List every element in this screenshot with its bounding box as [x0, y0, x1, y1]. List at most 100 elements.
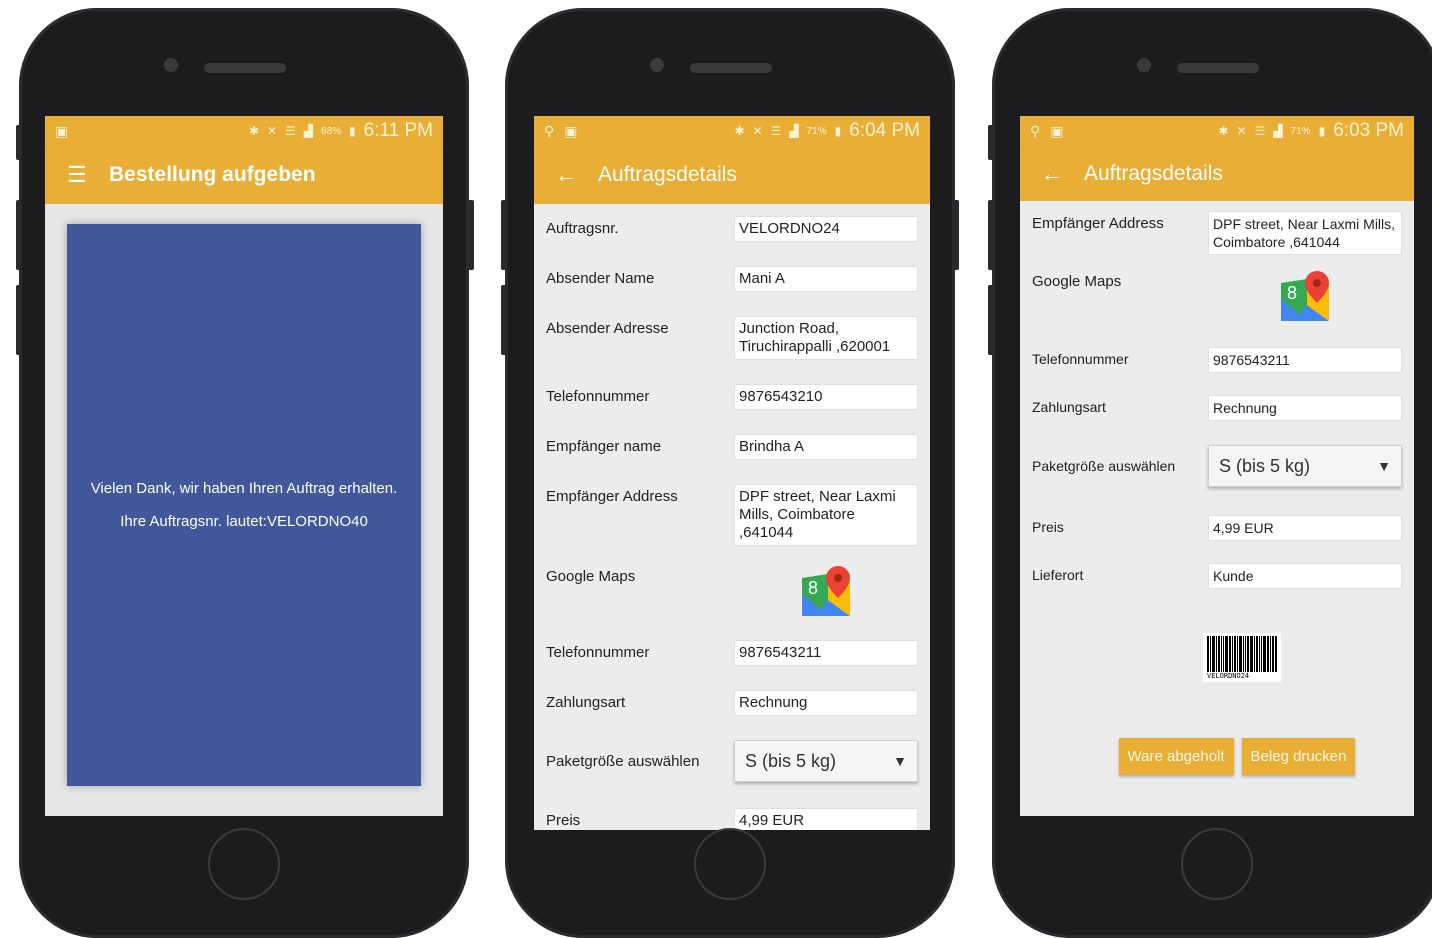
field-payment: Zahlungsart Rechnung: [534, 690, 930, 716]
status-bar: ⚲ ▣ ✱ ✕ ☰ ▟ 71% ▮ 6:04 PM: [534, 116, 930, 146]
field-label: Telefonnummer: [546, 388, 650, 405]
home-button[interactable]: [208, 828, 280, 900]
battery-percent: 71%: [1290, 125, 1311, 137]
field-recipient-phone: Telefonnummer 9876543211: [534, 640, 930, 666]
field-payment: Zahlungsart Rechnung: [1020, 395, 1414, 421]
field-label: Preis: [1032, 519, 1064, 535]
field-label: Absender Name: [546, 270, 655, 287]
home-button[interactable]: [1181, 828, 1253, 900]
package-size-dropdown[interactable]: S (bis 5 kg) ▼: [734, 740, 918, 782]
phone-1: ▣ ✱ ✕ ☰ ▟ 68% ▮ 6:11 PM ☰ Bestellung auf…: [19, 8, 469, 938]
sender-address-field[interactable]: Junction Road, Tiruchirappalli ,620001: [734, 316, 918, 360]
field-google-maps: Google Maps 8: [1020, 269, 1414, 325]
mute-icon: ✕: [266, 124, 278, 138]
side-button: [16, 125, 22, 160]
wifi-icon: ☰: [285, 124, 296, 138]
signal-icon: ▟: [1273, 124, 1283, 138]
location-icon: ⚲: [1030, 122, 1041, 139]
status-bar: ⚲ ▣ ✱ ✕ ☰ ▟ 71% ▮ 6:03 PM: [1020, 116, 1414, 146]
field-price: Preis 4,99 EUR: [534, 808, 930, 830]
details-list: Empfänger Address DPF street, Near Laxmi…: [1020, 201, 1414, 816]
google-maps-icon[interactable]: 8: [1277, 269, 1333, 325]
side-button: [16, 200, 22, 270]
field-label: Absender Adresse: [546, 320, 669, 337]
screen-order-details: ⚲ ▣ ✱ ✕ ☰ ▟ 71% ▮ 6:04 PM ← Auftragsdeta…: [534, 116, 930, 830]
payment-field[interactable]: Rechnung: [1208, 395, 1402, 421]
earpiece-speaker: [1177, 63, 1259, 73]
field-recipient-phone: Telefonnummer 9876543211: [1020, 347, 1414, 373]
recipient-phone-field[interactable]: 9876543211: [1208, 347, 1402, 373]
bluetooth-icon: ✱: [734, 124, 745, 138]
field-sender-address: Absender Adresse Junction Road, Tiruchir…: [534, 316, 930, 360]
barcode-text: VELORDNO24: [1207, 672, 1250, 680]
payment-field[interactable]: Rechnung: [734, 690, 918, 716]
mute-icon: ✕: [1236, 124, 1247, 138]
gallery-notification-icon: ▣: [564, 122, 578, 139]
dropdown-arrow-icon: ▼: [893, 753, 907, 769]
gallery-notification-icon: ▣: [55, 122, 69, 139]
print-receipt-button[interactable]: Beleg drucken: [1241, 738, 1356, 775]
recipient-phone-field[interactable]: 9876543211: [734, 640, 918, 666]
price-field[interactable]: 4,99 EUR: [1208, 515, 1402, 541]
field-label: Empfänger Address: [546, 488, 678, 505]
picked-up-button[interactable]: Ware abgeholt: [1118, 738, 1234, 775]
action-buttons: Ware abgeholt Beleg drucken: [1060, 738, 1414, 775]
price-field[interactable]: 4,99 EUR: [734, 808, 918, 830]
order-number-field[interactable]: VELORDNO24: [734, 216, 918, 242]
barcode-bars: [1207, 636, 1277, 672]
battery-percent: 71%: [806, 125, 827, 137]
svg-text:8: 8: [808, 578, 818, 598]
gallery-notification-icon: ▣: [1050, 122, 1064, 139]
field-order-number: Auftragsnr. VELORDNO24: [534, 216, 930, 242]
sender-name-field[interactable]: Mani A: [734, 266, 918, 292]
menu-icon[interactable]: ☰: [65, 162, 89, 188]
field-recipient-address: Empfänger Address DPF street, Near Laxmi…: [1020, 211, 1414, 255]
field-label: Empfänger name: [546, 438, 662, 455]
home-button[interactable]: [694, 828, 766, 900]
wifi-icon: ☰: [1254, 124, 1266, 138]
earpiece-speaker: [690, 63, 772, 73]
package-size-dropdown[interactable]: S (bis 5 kg) ▼: [1208, 445, 1402, 487]
recipient-address-field[interactable]: DPF street, Near Laxmi Mills, Coimbatore…: [1208, 211, 1402, 255]
side-button: [501, 200, 507, 270]
page-title: Auftragsdetails: [1084, 161, 1223, 185]
status-bar: ▣ ✱ ✕ ☰ ▟ 68% ▮ 6:11 PM: [45, 116, 443, 146]
field-label: Lieferort: [1032, 567, 1084, 583]
delivery-location-field[interactable]: Kunde: [1208, 563, 1402, 589]
field-delivery-location: Lieferort Kunde: [1020, 563, 1414, 589]
package-size-selected: S (bis 5 kg): [1219, 455, 1311, 476]
confirmation-panel: Vielen Dank, wir haben Ihren Auftrag erh…: [67, 224, 421, 786]
recipient-name-field[interactable]: Brindha A: [734, 434, 918, 460]
field-google-maps: Google Maps 8: [534, 564, 930, 620]
google-maps-icon[interactable]: 8: [798, 564, 854, 620]
bluetooth-icon: ✱: [1218, 124, 1229, 138]
field-label: Telefonnummer: [1032, 351, 1129, 367]
field-label: Paketgröße auswählen: [1032, 458, 1176, 474]
side-button: [468, 200, 474, 270]
field-package-size: Paketgröße auswählen S (bis 5 kg) ▼: [1020, 445, 1414, 487]
field-package-size: Paketgröße auswählen S (bis 5 kg) ▼: [534, 740, 930, 782]
dropdown-arrow-icon: ▼: [1377, 458, 1391, 474]
screen-order-details-bottom: ⚲ ▣ ✱ ✕ ☰ ▟ 71% ▮ 6:03 PM ← Auftragsdeta…: [1020, 116, 1414, 816]
status-time: 6:11 PM: [363, 120, 433, 141]
signal-icon: ▟: [789, 124, 799, 138]
side-button: [988, 125, 994, 160]
field-recipient-name: Empfänger name Brindha A: [534, 434, 930, 460]
recipient-address-field[interactable]: DPF street, Near Laxmi Mills, Coimbatore…: [734, 484, 918, 546]
front-camera: [1137, 58, 1151, 72]
mute-icon: ✕: [752, 124, 763, 138]
earpiece-speaker: [204, 63, 286, 73]
field-label: Empfänger Address: [1032, 215, 1164, 232]
location-icon: ⚲: [544, 122, 555, 139]
sender-phone-field[interactable]: 9876543210: [734, 384, 918, 410]
wifi-icon: ☰: [770, 124, 782, 138]
back-arrow-icon[interactable]: ←: [1040, 161, 1064, 187]
status-time: 6:03 PM: [1333, 120, 1404, 141]
battery-percent: 68%: [321, 125, 342, 137]
phone-3: ⚲ ▣ ✱ ✕ ☰ ▟ 71% ▮ 6:03 PM ← Auftragsdeta…: [992, 8, 1432, 938]
battery-icon: ▮: [1318, 124, 1326, 138]
front-camera: [650, 58, 664, 72]
app-bar: ← Auftragsdetails: [1020, 146, 1414, 201]
back-arrow-icon[interactable]: ←: [554, 162, 578, 188]
field-sender-name: Absender Name Mani A: [534, 266, 930, 292]
